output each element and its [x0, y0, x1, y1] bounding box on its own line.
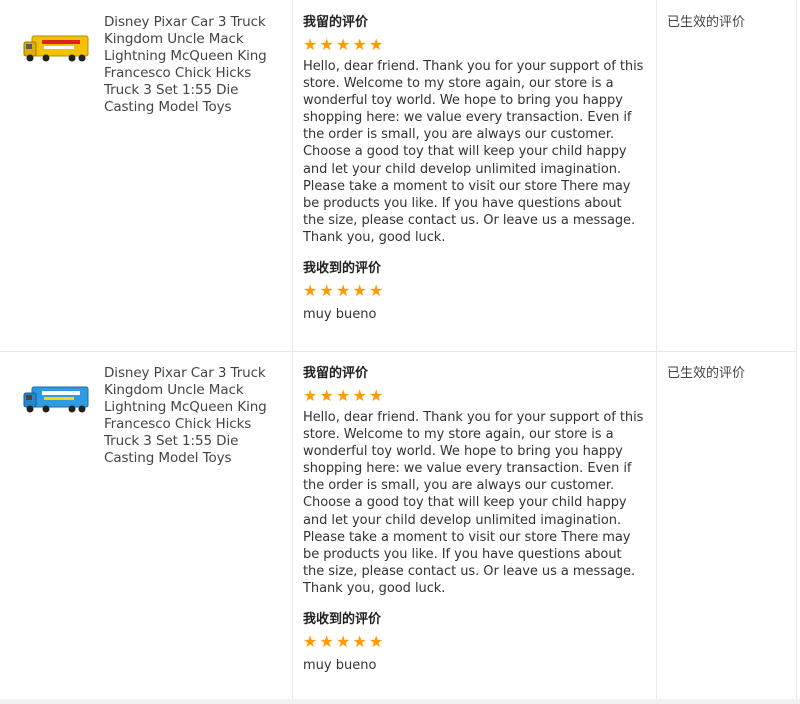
star-icon: ★ [369, 632, 384, 652]
column-divider [796, 351, 797, 699]
column-divider [292, 351, 293, 699]
product-title[interactable]: Disney Pixar Car 3 Truck Kingdom Uncle M… [104, 365, 284, 467]
star-icon: ★ [319, 632, 334, 652]
star-icon: ★ [303, 35, 318, 54]
product-thumbnail[interactable] [22, 26, 94, 70]
star-icon: ★ [303, 281, 318, 301]
star-icon: ★ [336, 632, 351, 652]
star-icon: ★ [303, 386, 318, 405]
table-bottom-border [0, 699, 800, 704]
received-review-star-rating: ★ ★ ★ ★ ★ [303, 282, 645, 300]
received-review-text: muy bueno [303, 307, 377, 323]
star-icon: ★ [336, 35, 351, 54]
review-status: 已生效的评价 [667, 15, 746, 30]
star-icon: ★ [319, 386, 334, 405]
star-icon: ★ [336, 386, 351, 405]
star-icon: ★ [352, 281, 367, 301]
column-divider [292, 0, 293, 351]
received-review-star-rating: ★ ★ ★ ★ ★ [303, 633, 645, 651]
received-review-text: muy bueno [303, 658, 377, 674]
received-review-heading: 我收到的评价 [303, 261, 382, 277]
star-icon: ★ [319, 281, 334, 301]
star-icon: ★ [352, 386, 367, 405]
my-review-text: Hello, dear friend. Thank you for your s… [303, 410, 644, 596]
star-icon: ★ [369, 281, 384, 301]
feedback-row: Disney Pixar Car 3 Truck Kingdom Uncle M… [0, 0, 797, 352]
product-title[interactable]: Disney Pixar Car 3 Truck Kingdom Uncle M… [104, 14, 284, 116]
star-icon: ★ [336, 281, 351, 301]
my-review-star-rating: ★ ★ ★ ★ ★ [303, 36, 645, 54]
feedback-row: Disney Pixar Car 3 Truck Kingdom Uncle M… [0, 351, 797, 700]
feedback-column: 我留的评价 ★ ★ ★ ★ ★ Hello, dear friend. Than… [303, 14, 645, 324]
feedback-table: Disney Pixar Car 3 Truck Kingdom Uncle M… [0, 0, 800, 704]
review-status: 已生效的评价 [667, 366, 746, 381]
star-icon: ★ [303, 632, 318, 652]
star-icon: ★ [352, 632, 367, 652]
star-icon: ★ [352, 35, 367, 54]
column-divider [656, 0, 657, 351]
my-review-star-rating: ★ ★ ★ ★ ★ [303, 387, 645, 405]
my-review-heading: 我留的评价 [303, 15, 369, 30]
feedback-column: 我留的评价 ★ ★ ★ ★ ★ Hello, dear friend. Than… [303, 365, 645, 675]
my-review-text: Hello, dear friend. Thank you for your s… [303, 59, 644, 245]
star-icon: ★ [369, 35, 384, 54]
column-divider [656, 351, 657, 699]
product-thumbnail[interactable] [22, 377, 94, 421]
column-divider [796, 0, 797, 351]
star-icon: ★ [369, 386, 384, 405]
my-review-heading: 我留的评价 [303, 366, 369, 381]
star-icon: ★ [319, 35, 334, 54]
received-review-heading: 我收到的评价 [303, 612, 382, 628]
